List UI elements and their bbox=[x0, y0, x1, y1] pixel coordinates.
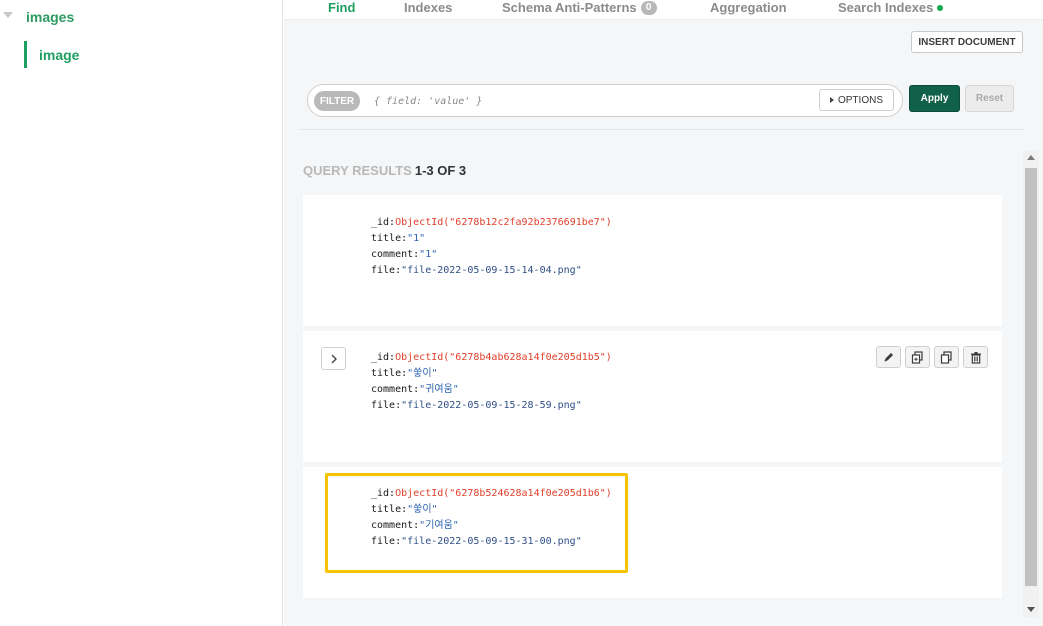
tab-bar: Find Indexes Schema Anti-Patterns 0 Aggr… bbox=[284, 0, 1043, 20]
filter-bar: FILTER OPTIONS bbox=[307, 84, 903, 117]
field-value: "file-2022-05-09-15-31-00.png" bbox=[401, 536, 582, 547]
filter-label: FILTER bbox=[314, 91, 360, 111]
vertical-scrollbar[interactable] bbox=[1023, 151, 1039, 617]
field-value: "기여움" bbox=[419, 520, 459, 531]
field-value: "귀여움" bbox=[419, 384, 459, 395]
tab-indexes[interactable]: Indexes bbox=[404, 0, 452, 15]
field-value: "file-2022-05-09-15-28-59.png" bbox=[401, 400, 582, 411]
clone-icon bbox=[911, 350, 923, 364]
doc-field-comment: comment:"기여움" bbox=[371, 519, 459, 533]
field-key: file: bbox=[371, 265, 402, 276]
field-value: "1" bbox=[407, 233, 426, 244]
field-value: ObjectId("6278b4ab628a14f0e205d1b5") bbox=[395, 352, 612, 363]
document-card[interactable]: _id:ObjectId("6278b524628a14f0e205d1b6")… bbox=[303, 467, 1002, 598]
chevron-right-icon bbox=[331, 354, 337, 363]
pencil-icon bbox=[884, 353, 893, 362]
field-key: comment: bbox=[371, 249, 420, 260]
field-key: file: bbox=[371, 400, 402, 411]
field-key: title: bbox=[371, 233, 408, 244]
sidebar: images image bbox=[0, 0, 283, 626]
doc-field-title: title:"쑿이" bbox=[371, 503, 438, 517]
scroll-thumb[interactable] bbox=[1025, 168, 1037, 586]
doc-field-file: file:"file-2022-05-09-15-28-59.png" bbox=[371, 399, 582, 413]
apply-button[interactable]: Apply bbox=[909, 85, 960, 112]
caret-right-icon bbox=[829, 97, 834, 103]
divider bbox=[299, 129, 1023, 130]
field-key: comment: bbox=[371, 384, 420, 395]
expand-document-button[interactable] bbox=[321, 347, 346, 370]
tab-label: Aggregation bbox=[710, 0, 787, 15]
sidebar-collection-name: image bbox=[39, 47, 80, 63]
caret-down-icon[interactable] bbox=[3, 12, 13, 18]
tab-search-indexes[interactable]: Search Indexes bbox=[838, 0, 944, 15]
field-value: "쑿이" bbox=[407, 368, 438, 379]
doc-field-title: title:"쑿이" bbox=[371, 367, 438, 381]
main-panel: Find Indexes Schema Anti-Patterns 0 Aggr… bbox=[284, 0, 1043, 626]
field-value: "file-2022-05-09-15-14-04.png" bbox=[401, 265, 582, 276]
field-value: ObjectId("6278b12c2fa92b2376691be7") bbox=[395, 217, 612, 228]
tab-label: Find bbox=[328, 0, 356, 15]
query-results-header: QUERY RESULTS 1-3 OF 3 bbox=[303, 163, 466, 178]
app-window: images image Find Indexes Schema Anti-Pa… bbox=[0, 0, 1043, 626]
options-label: OPTIONS bbox=[837, 94, 883, 106]
status-dot-icon bbox=[937, 4, 944, 11]
copy-icon bbox=[940, 350, 952, 364]
tab-label: Search Indexes bbox=[838, 0, 934, 15]
tab-label: Schema Anti-Patterns bbox=[502, 0, 637, 15]
trash-icon bbox=[970, 351, 981, 364]
results-label: QUERY RESULTS bbox=[303, 163, 412, 178]
tab-schema-anti-patterns[interactable]: Schema Anti-Patterns 0 bbox=[502, 0, 657, 15]
field-key: _id: bbox=[371, 352, 396, 363]
doc-field-comment: comment:"1" bbox=[371, 248, 437, 262]
results-count: 1-3 OF 3 bbox=[414, 163, 467, 178]
doc-field-id: _id:ObjectId("6278b524628a14f0e205d1b6") bbox=[371, 487, 612, 501]
field-value: "1" bbox=[419, 249, 438, 260]
tab-aggregation[interactable]: Aggregation bbox=[710, 0, 787, 15]
clone-document-button[interactable] bbox=[905, 346, 930, 368]
field-key: title: bbox=[371, 368, 408, 379]
insert-document-button[interactable]: INSERT DOCUMENT bbox=[911, 31, 1023, 53]
doc-field-file: file:"file-2022-05-09-15-31-00.png" bbox=[371, 535, 582, 549]
doc-field-id: _id:ObjectId("6278b4ab628a14f0e205d1b5") bbox=[371, 351, 612, 365]
sidebar-database-name[interactable]: images bbox=[26, 9, 74, 25]
field-value: "쑿이" bbox=[407, 504, 438, 515]
doc-field-comment: comment:"귀여움" bbox=[371, 383, 459, 397]
doc-field-file: file:"file-2022-05-09-15-14-04.png" bbox=[371, 264, 582, 278]
tab-label: Indexes bbox=[404, 0, 453, 15]
copy-document-button[interactable] bbox=[934, 346, 959, 368]
reset-button[interactable]: Reset bbox=[965, 85, 1014, 112]
doc-field-title: title:"1" bbox=[371, 232, 425, 246]
options-button[interactable]: OPTIONS bbox=[819, 89, 894, 111]
scroll-up-icon[interactable] bbox=[1027, 155, 1035, 160]
field-value: ObjectId("6278b524628a14f0e205d1b6") bbox=[395, 488, 612, 499]
delete-document-button[interactable] bbox=[963, 346, 988, 368]
sidebar-item-collection[interactable]: image bbox=[24, 41, 79, 68]
document-actions bbox=[876, 346, 988, 368]
doc-field-id: _id:ObjectId("6278b12c2fa92b2376691be7") bbox=[371, 216, 612, 230]
field-key: file: bbox=[371, 536, 402, 547]
field-key: comment: bbox=[371, 520, 420, 531]
field-key: _id: bbox=[371, 488, 396, 499]
count-badge: 0 bbox=[640, 0, 657, 15]
tab-find[interactable]: Find bbox=[328, 0, 355, 15]
edit-document-button[interactable] bbox=[876, 346, 901, 368]
document-card[interactable]: _id:ObjectId("6278b12c2fa92b2376691be7")… bbox=[303, 195, 1002, 326]
scroll-down-icon[interactable] bbox=[1027, 607, 1035, 612]
field-key: title: bbox=[371, 504, 408, 515]
document-card[interactable]: _id:ObjectId("6278b4ab628a14f0e205d1b5")… bbox=[303, 331, 1002, 462]
field-key: _id: bbox=[371, 217, 396, 228]
filter-input[interactable] bbox=[374, 92, 804, 110]
